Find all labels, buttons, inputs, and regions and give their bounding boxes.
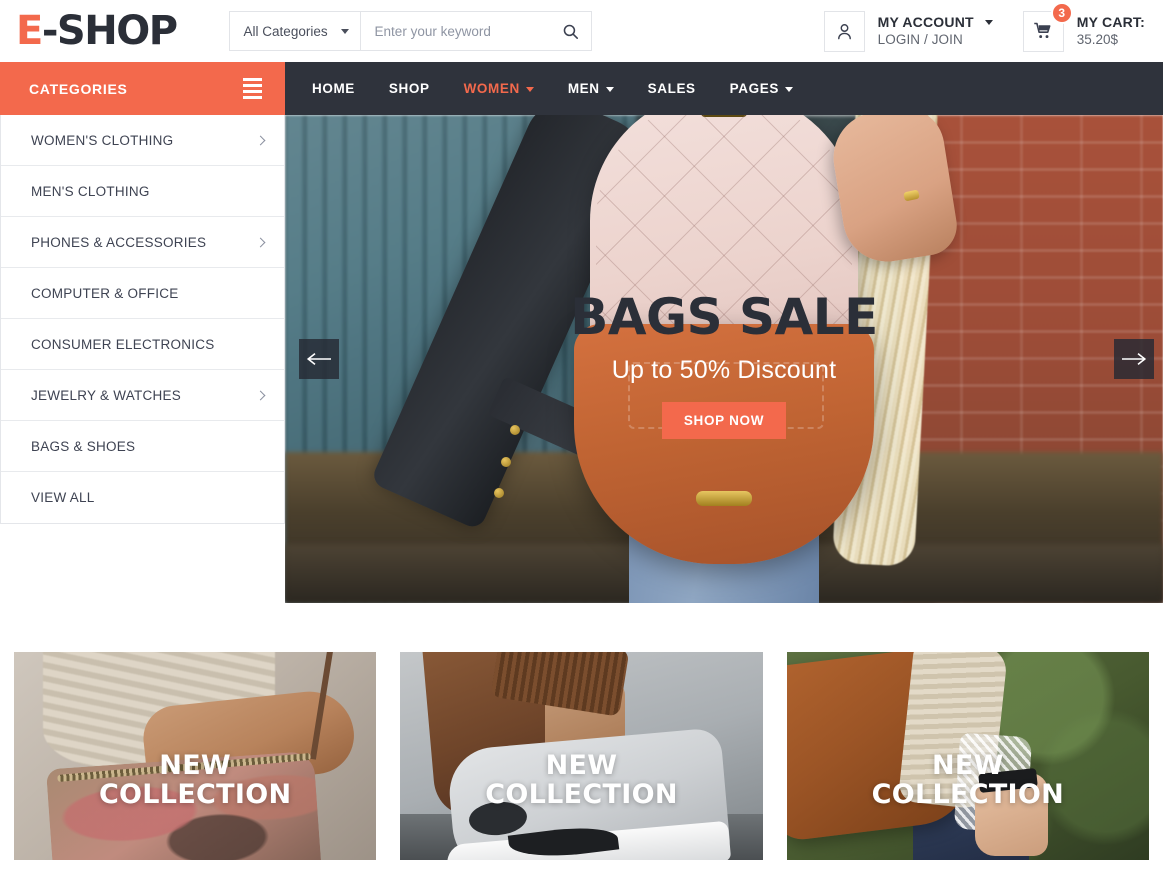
logo-first-letter: E — [16, 8, 43, 54]
nav-item-label: WOMEN — [463, 81, 520, 96]
main-navbar: CATEGORIES HOME SHOP WOMEN MEN SALES PAG… — [0, 62, 1163, 115]
chevron-right-icon — [255, 390, 266, 400]
chevron-down-icon — [340, 28, 349, 34]
category-select-label: All Categories — [243, 23, 328, 39]
sidebar-item-jewelry-watches[interactable]: JEWELRY & WATCHES — [1, 370, 284, 421]
promo-card-shoes[interactable]: NEW COLLECTION — [400, 652, 763, 860]
header-actions: MY ACCOUNT LOGIN / JOIN 3 MY CART: 35.20… — [823, 1, 1149, 52]
user-icon — [837, 23, 851, 39]
chevron-right-icon — [255, 237, 266, 247]
sidebar-item-phones-accessories[interactable]: PHONES & ACCESSORIES — [1, 217, 284, 268]
promo-caption-line2: COLLECTION — [871, 778, 1065, 810]
category-select[interactable]: All Categories — [229, 12, 361, 50]
hero-jacket-stud — [500, 456, 511, 467]
sidebar-item-consumer-electronics[interactable]: CONSUMER ELECTRONICS — [1, 319, 284, 370]
hamburger-menu-icon — [243, 78, 262, 99]
arrow-left-icon — [306, 352, 331, 366]
promo-caption-line1: NEW — [159, 749, 232, 781]
caret-down-icon — [605, 87, 614, 92]
hero-next-button[interactable] — [1114, 339, 1154, 379]
cart-badge: 3 — [1050, 1, 1073, 24]
search-input[interactable] — [374, 23, 560, 39]
sidebar-item-mens-clothing[interactable]: MEN'S CLOTHING — [1, 166, 284, 217]
search-bar: All Categories — [228, 11, 592, 51]
nav-item-men[interactable]: MEN — [551, 62, 631, 115]
account-text[interactable]: MY ACCOUNT LOGIN / JOIN — [878, 13, 993, 49]
shop-now-button[interactable]: SHOP NOW — [661, 401, 787, 439]
nav-item-home[interactable]: HOME — [295, 62, 372, 115]
hero-prev-button[interactable] — [299, 339, 339, 379]
page-content: WOMEN'S CLOTHING MEN'S CLOTHING PHONES &… — [0, 115, 1163, 603]
hero-subtitle: Up to 50% Discount — [611, 355, 837, 384]
account-icon-button[interactable] — [823, 10, 865, 52]
logo-rest: -SHOP — [41, 8, 178, 54]
cart-text: MY CART: 35.20$ — [1077, 13, 1145, 49]
sidebar-item-label: VIEW ALL — [31, 490, 95, 505]
sidebar-item-label: WOMEN'S CLOTHING — [31, 132, 174, 148]
hero-title: BAGS SALE — [570, 287, 878, 346]
cart-area[interactable]: 3 MY CART: 35.20$ — [1022, 1, 1145, 52]
nav-item-shop[interactable]: SHOP — [372, 62, 447, 115]
promo-caption: NEW COLLECTION — [400, 749, 762, 810]
sidebar-item-label: CONSUMER ELECTRONICS — [31, 336, 215, 352]
promo-caption-line2: COLLECTION — [98, 778, 292, 810]
nav-item-label: HOME — [312, 81, 355, 96]
categories-toggle-label: CATEGORIES — [29, 80, 128, 97]
nav-item-pages[interactable]: PAGES — [713, 62, 810, 115]
cart-icon — [1034, 22, 1051, 38]
nav-item-label: MEN — [567, 81, 600, 96]
nav-item-label: SHOP — [388, 81, 430, 96]
account-title-row: MY ACCOUNT — [878, 13, 993, 31]
search-button[interactable] — [560, 23, 581, 40]
promo-cards: NEW COLLECTION NEW COLLECTION NEW COLLEC… — [0, 603, 1163, 860]
promo-card-bags[interactable]: NEW COLLECTION — [14, 652, 377, 860]
site-header: E-SHOP All Categories MY ACCO — [0, 0, 1163, 62]
nav-item-label: PAGES — [729, 81, 779, 96]
chevron-right-icon — [255, 135, 266, 145]
caret-down-icon — [784, 87, 793, 92]
caret-down-icon — [525, 87, 534, 92]
sidebar-item-label: BAGS & SHOES — [31, 438, 136, 454]
sidebar-item-bags-shoes[interactable]: BAGS & SHOES — [1, 421, 284, 472]
promo-caption: NEW COLLECTION — [787, 749, 1149, 810]
account-subtitle: LOGIN / JOIN — [877, 32, 963, 48]
categories-toggle[interactable]: CATEGORIES — [0, 62, 285, 115]
promo-caption: NEW COLLECTION — [14, 749, 376, 810]
nav-item-label: SALES — [647, 81, 696, 96]
cart-title: MY CART: — [1076, 13, 1145, 30]
sidebar-item-computer-office[interactable]: COMPUTER & OFFICE — [1, 268, 284, 319]
account-title: MY ACCOUNT — [877, 13, 974, 30]
sidebar-item-womens-clothing[interactable]: WOMEN'S CLOTHING — [1, 115, 284, 166]
sidebar-item-label: JEWELRY & WATCHES — [31, 387, 182, 403]
sidebar-item-label: MEN'S CLOTHING — [31, 183, 150, 199]
sidebar-item-view-all[interactable]: VIEW ALL — [1, 472, 284, 523]
promo-caption-line1: NEW — [931, 749, 1004, 781]
promo-caption-line1: NEW — [545, 749, 618, 781]
caret-down-icon — [984, 19, 993, 25]
cart-amount: 35.20$ — [1076, 32, 1119, 48]
nav-item-women[interactable]: WOMEN — [447, 62, 551, 115]
hero-copy: BAGS SALE Up to 50% Discount SHOP NOW — [285, 287, 1163, 439]
hero-bag-lock — [696, 491, 752, 507]
hero-bag-clasp — [701, 115, 747, 117]
nav-links: HOME SHOP WOMEN MEN SALES PAGES — [285, 62, 810, 115]
search-input-wrapper — [361, 12, 591, 50]
sidebar-item-label: PHONES & ACCESSORIES — [31, 234, 207, 250]
sidebar-item-label: COMPUTER & OFFICE — [31, 285, 179, 301]
hero-banner[interactable]: BAGS SALE Up to 50% Discount SHOP NOW — [285, 115, 1163, 603]
logo[interactable]: E-SHOP — [16, 8, 178, 54]
promo-card-tote[interactable]: NEW COLLECTION — [786, 652, 1149, 860]
arrow-right-icon — [1122, 352, 1147, 366]
nav-item-sales[interactable]: SALES — [631, 62, 713, 115]
category-sidebar: WOMEN'S CLOTHING MEN'S CLOTHING PHONES &… — [0, 115, 285, 524]
search-icon — [563, 24, 578, 39]
promo-caption-line2: COLLECTION — [485, 778, 678, 810]
